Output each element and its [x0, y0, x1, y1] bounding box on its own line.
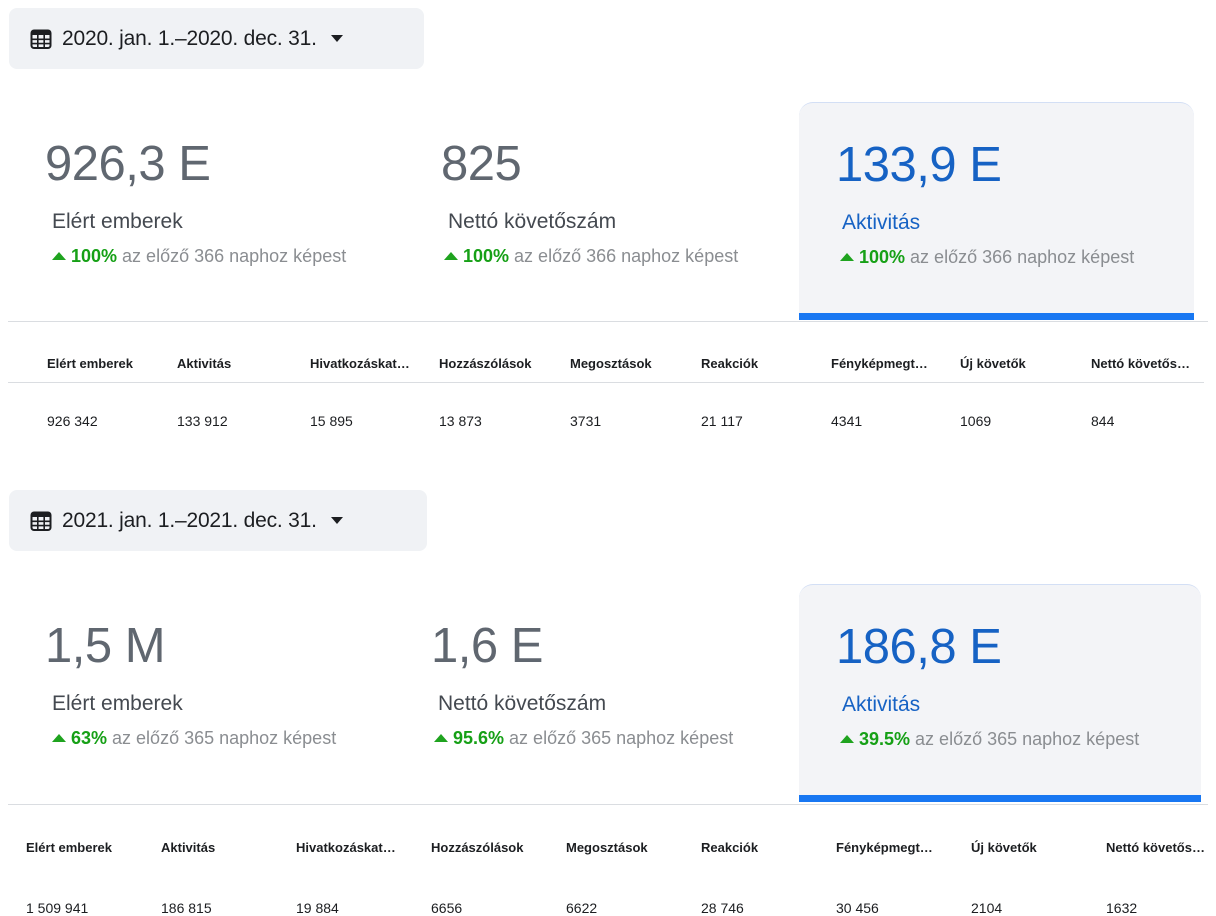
triangle-up-icon	[840, 253, 854, 261]
metric-card-net-followers[interactable]: 825 Nettó követőszám 100% az előző 366 n…	[441, 102, 774, 320]
table-cell: 926 342	[47, 413, 98, 429]
change-percent: 100%	[859, 247, 906, 267]
column-header[interactable]: Fényképmegt…	[831, 356, 928, 371]
table-cell: 186 815	[161, 900, 212, 916]
metric-value: 186,8 E	[836, 620, 1002, 674]
triangle-up-icon	[840, 735, 854, 743]
metric-change: 39.5% az előző 365 naphoz képest	[840, 729, 1139, 750]
insights-period-2020: 2020. jan. 1.–2020. dec. 31. 926,3 E Elé…	[0, 0, 1216, 450]
column-header[interactable]: Fényképmegt…	[836, 840, 933, 855]
metric-card-engagement[interactable]: 133,9 E Aktivitás 100% az előző 366 naph…	[799, 102, 1194, 320]
metric-card-reach[interactable]: 1,5 M Elért emberek 63% az előző 365 nap…	[45, 584, 378, 802]
change-percent: 95.6%	[453, 728, 505, 748]
triangle-up-icon	[434, 734, 448, 742]
column-header[interactable]: Hivatkozáskat…	[310, 356, 410, 371]
column-header[interactable]: Aktivitás	[161, 840, 215, 855]
metric-label: Aktivitás	[842, 693, 921, 716]
metric-label: Aktivitás	[842, 211, 921, 234]
table-cell: 19 884	[296, 900, 339, 916]
metric-label: Nettó követőszám	[438, 692, 607, 715]
change-percent: 39.5%	[859, 729, 911, 749]
column-header[interactable]: Reakciók	[701, 840, 758, 855]
column-header[interactable]: Megosztások	[570, 356, 652, 371]
calendar-icon	[30, 511, 52, 531]
table-cell: 30 456	[836, 900, 879, 916]
table-cell: 133 912	[177, 413, 228, 429]
metric-value: 1,5 M	[45, 619, 166, 673]
table-cell: 21 117	[701, 413, 743, 429]
column-header[interactable]: Új követők	[960, 356, 1026, 371]
table-cell: 28 746	[701, 900, 744, 916]
metric-change: 100% az előző 366 naphoz képest	[840, 247, 1134, 268]
column-header[interactable]: Új követők	[971, 840, 1037, 855]
divider	[8, 321, 1208, 322]
table-cell: 2104	[971, 900, 1003, 916]
table-cell: 6656	[431, 900, 463, 916]
change-compare: az előző 366 naphoz képest	[509, 246, 739, 266]
change-compare: az előző 366 naphoz képest	[905, 247, 1135, 267]
column-header[interactable]: Reakciók	[701, 356, 758, 371]
metric-value: 133,9 E	[836, 138, 1002, 192]
metric-value: 1,6 E	[431, 619, 543, 673]
metric-value: 825	[441, 137, 522, 191]
change-percent: 100%	[71, 246, 118, 266]
date-range-picker[interactable]: 2021. jan. 1.–2021. dec. 31.	[9, 490, 427, 551]
table-cell: 1 509 941	[26, 900, 89, 916]
metric-card-net-followers[interactable]: 1,6 E Nettó követőszám 95.6% az előző 36…	[431, 584, 779, 802]
column-header[interactable]: Megosztások	[566, 840, 648, 855]
divider	[8, 382, 1204, 383]
date-range-label: 2021. jan. 1.–2021. dec. 31.	[62, 508, 317, 532]
divider	[8, 804, 1208, 805]
table-cell: 1069	[960, 413, 992, 429]
metric-change: 100% az előző 366 naphoz képest	[444, 246, 738, 267]
table-cell: 6622	[566, 900, 598, 916]
table-cell: 4341	[831, 413, 863, 429]
metric-card-reach[interactable]: 926,3 E Elért emberek 100% az előző 366 …	[45, 102, 378, 320]
caret-down-icon	[330, 35, 343, 42]
selected-indicator	[799, 795, 1201, 802]
column-header[interactable]: Hivatkozáskat…	[296, 840, 396, 855]
metric-change: 100% az előző 366 naphoz képest	[52, 246, 346, 267]
change-compare: az előző 365 naphoz képest	[504, 728, 734, 748]
triangle-up-icon	[444, 252, 458, 260]
change-compare: az előző 366 naphoz képest	[117, 246, 347, 266]
column-header[interactable]: Elért emberek	[47, 356, 133, 371]
column-header[interactable]: Hozzászólások	[431, 840, 523, 855]
change-compare: az előző 365 naphoz képest	[910, 729, 1140, 749]
triangle-up-icon	[52, 734, 66, 742]
calendar-icon	[30, 29, 52, 49]
triangle-up-icon	[52, 252, 66, 260]
date-range-picker[interactable]: 2020. jan. 1.–2020. dec. 31.	[9, 8, 424, 69]
table-cell: 3731	[570, 413, 602, 429]
column-header[interactable]: Nettó követős…	[1091, 356, 1190, 371]
table-cell: 15 895	[310, 413, 353, 429]
metric-value: 926,3 E	[45, 137, 211, 191]
metric-card-engagement[interactable]: 186,8 E Aktivitás 39.5% az előző 365 nap…	[799, 584, 1201, 802]
table-cell: 844	[1091, 413, 1115, 429]
table-cell: 13 873	[439, 413, 482, 429]
metric-change: 95.6% az előző 365 naphoz képest	[434, 728, 733, 749]
table-cell: 1632	[1106, 900, 1138, 916]
change-percent: 100%	[463, 246, 510, 266]
metric-label: Elért emberek	[52, 692, 183, 715]
caret-down-icon	[330, 517, 343, 524]
metric-label: Nettó követőszám	[448, 210, 617, 233]
column-header[interactable]: Aktivitás	[177, 356, 231, 371]
column-header[interactable]: Nettó követős…	[1106, 840, 1205, 855]
column-header[interactable]: Elért emberek	[26, 840, 112, 855]
metric-change: 63% az előző 365 naphoz képest	[52, 728, 336, 749]
metric-label: Elért emberek	[52, 210, 183, 233]
change-percent: 63%	[71, 728, 108, 748]
column-header[interactable]: Hozzászólások	[439, 356, 531, 371]
date-range-label: 2020. jan. 1.–2020. dec. 31.	[62, 26, 317, 50]
selected-indicator	[799, 313, 1194, 320]
change-compare: az előző 365 naphoz képest	[107, 728, 337, 748]
insights-period-2021: 2021. jan. 1.–2021. dec. 31. 1,5 M Elért…	[0, 482, 1216, 916]
